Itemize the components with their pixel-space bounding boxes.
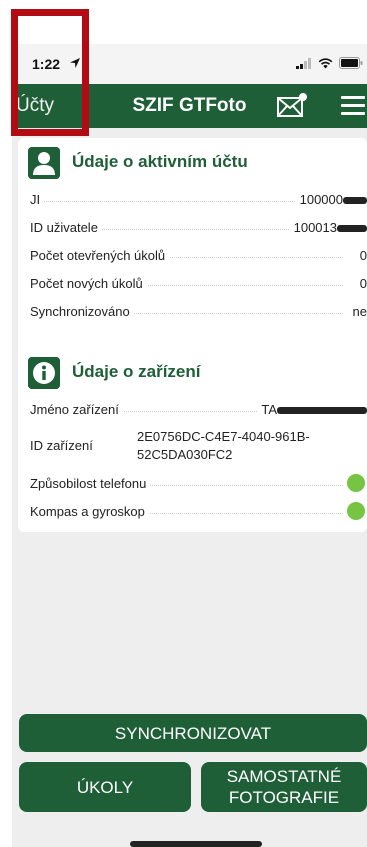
device-row-compass-gyro: Kompas a gyroskop bbox=[30, 498, 367, 526]
row-label: ID zařízení bbox=[30, 438, 97, 453]
row-label: Počet nových úkolů bbox=[30, 276, 147, 291]
standalone-photos-button[interactable]: SAMOSTATNÉ FOTOGRAFIE bbox=[201, 762, 367, 812]
device-info-card: Údaje o zařízení Jméno zařízení TA ID za… bbox=[18, 348, 367, 532]
user-icon bbox=[28, 147, 60, 179]
row-label: ID uživatele bbox=[30, 220, 102, 235]
redacted-mark bbox=[277, 407, 367, 415]
row-value: 100000 bbox=[295, 192, 367, 207]
device-card-title: Údaje o zařízení bbox=[72, 362, 201, 381]
row-label: Způsobilost telefonu bbox=[30, 476, 151, 491]
device-row-id: ID zařízení 2E0756DC-C4E7-4040-961B-52C5… bbox=[30, 424, 367, 470]
row-label: Kompas a gyroskop bbox=[30, 504, 149, 519]
account-info-card: Údaje o aktivním účtu JI 100000 ID uživa… bbox=[18, 138, 367, 380]
row-value: 0 bbox=[355, 248, 367, 263]
hamburger-menu-icon[interactable] bbox=[341, 96, 365, 116]
redacted-mark bbox=[337, 225, 367, 233]
account-row-open-tasks: Počet otevřených úkolů 0 bbox=[30, 242, 367, 270]
device-row-phone-capability: Způsobilost telefonu bbox=[30, 470, 367, 498]
mail-icon[interactable] bbox=[275, 91, 309, 121]
device-row-name: Jméno zařízení TA bbox=[30, 396, 367, 424]
row-value: 0 bbox=[355, 276, 367, 291]
status-ok-icon bbox=[347, 502, 365, 520]
status-icons bbox=[296, 57, 363, 69]
row-label: JI bbox=[30, 192, 45, 207]
home-indicator bbox=[130, 841, 262, 847]
row-label: Jméno zařízení bbox=[30, 402, 123, 417]
account-card-title: Údaje o aktivním účtu bbox=[72, 152, 248, 171]
signal-icon bbox=[296, 57, 311, 69]
synchronize-button[interactable]: SYNCHRONIZOVAT bbox=[19, 714, 367, 752]
row-label: Synchronizováno bbox=[30, 304, 134, 319]
wifi-icon bbox=[318, 57, 333, 68]
account-card-header: Údaje o aktivním účtu bbox=[18, 138, 367, 186]
redacted-mark bbox=[343, 197, 367, 205]
account-row-new-tasks: Počet nových úkolů 0 bbox=[30, 270, 367, 298]
row-value: 100013 bbox=[289, 220, 367, 235]
info-icon bbox=[28, 357, 60, 389]
account-row-user-id: ID uživatele 100013 bbox=[30, 214, 367, 242]
row-label: Počet otevřených úkolů bbox=[30, 248, 170, 263]
row-value: ne bbox=[348, 304, 367, 319]
app-screen: 1:22 Účty SZIF GTFoto Údaje o aktivním ú… bbox=[12, 44, 367, 847]
account-row-ji: JI 100000 bbox=[30, 186, 367, 214]
tasks-button[interactable]: ÚKOLY bbox=[19, 762, 191, 812]
status-ok-icon bbox=[347, 474, 365, 492]
battery-icon bbox=[339, 57, 363, 69]
row-value: 2E0756DC-C4E7-4040-961B-52C5DA030FC2 bbox=[133, 428, 367, 464]
row-value: TA bbox=[257, 402, 367, 417]
highlight-annotation bbox=[11, 9, 89, 136]
device-card-header: Údaje o zařízení bbox=[18, 348, 367, 396]
account-row-synchronized: Synchronizováno ne bbox=[30, 298, 367, 326]
